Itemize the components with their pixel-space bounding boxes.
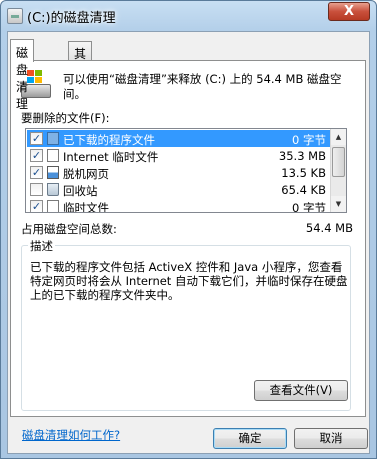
- item-name: 已下载的程序文件: [63, 133, 155, 147]
- item-size: 65.4 KB: [281, 183, 326, 197]
- disk-cleanup-app-icon: [7, 8, 23, 24]
- item-name: Internet 临时文件: [63, 150, 159, 164]
- scroll-down-arrow-icon[interactable]: ▼: [331, 196, 346, 212]
- how-it-works-link[interactable]: 磁盘清理如何工作?: [22, 427, 120, 443]
- page-icon: [47, 149, 59, 162]
- folder-icon: [47, 132, 59, 145]
- recycle-bin-icon: [47, 183, 59, 196]
- total-space-label: 占用磁盘空间总数:: [21, 222, 117, 236]
- checkbox[interactable]: ✓: [30, 132, 43, 145]
- list-item[interactable]: ✓ 已下载的程序文件 0 字节: [27, 130, 330, 147]
- title-bar[interactable]: (C:)的磁盘清理 X: [1, 1, 376, 31]
- checkbox[interactable]: ✓: [30, 149, 43, 162]
- cancel-button[interactable]: 取消: [294, 428, 368, 449]
- offline-page-icon: [47, 166, 59, 179]
- window-title: (C:)的磁盘清理: [27, 11, 116, 26]
- description-legend: 描述: [28, 238, 55, 254]
- disk-cleanup-panel: 可以使用“磁盘清理”来释放 (C:) 上的 54.4 MB 磁盘空间。 要删除的…: [10, 60, 366, 417]
- list-item[interactable]: 回收站 65.4 KB: [27, 181, 330, 198]
- list-item[interactable]: ✓ 脱机网页 13.5 KB: [27, 164, 330, 181]
- description-text: 已下载的程序文件包括 ActiveX 控件和 Java 小程序，您查看特定网页时…: [30, 260, 348, 302]
- view-files-button[interactable]: 查看文件(V): [254, 380, 348, 401]
- scroll-up-arrow-icon[interactable]: ▲: [331, 129, 346, 145]
- disk-cleanup-window: (C:)的磁盘清理 X 磁盘清理 其他选项 可以使用“磁盘清理”来释放 (C:)…: [0, 0, 377, 459]
- checkbox[interactable]: ✓: [30, 200, 43, 212]
- tab-disk-cleanup[interactable]: 磁盘清理: [10, 39, 35, 111]
- dialog-client-area: 磁盘清理 其他选项 可以使用“磁盘清理”来释放 (C:) 上的 54.4 MB …: [7, 31, 370, 454]
- description-groupbox: 描述 已下载的程序文件包括 ActiveX 控件和 Java 小程序，您查看特定…: [21, 238, 351, 411]
- item-name: 回收站: [63, 184, 98, 198]
- close-button[interactable]: X: [328, 2, 370, 21]
- checkbox[interactable]: ✓: [30, 166, 43, 179]
- intro-text: 可以使用“磁盘清理”来释放 (C:) 上的 54.4 MB 磁盘空间。: [63, 72, 342, 101]
- page-icon: [47, 200, 59, 212]
- list-item[interactable]: ✓ Internet 临时文件 35.3 MB: [27, 147, 330, 164]
- item-name: 脱机网页: [63, 167, 109, 181]
- files-to-delete-label: 要删除的文件(F):: [21, 111, 110, 125]
- vertical-scrollbar[interactable]: ▲ ▼: [330, 129, 346, 212]
- item-size: 13.5 KB: [281, 166, 326, 180]
- item-size: 35.3 MB: [278, 149, 326, 163]
- list-item[interactable]: ✓ 临时文件 0 字节: [27, 198, 330, 213]
- total-space-value: 54.4 MB: [305, 221, 353, 235]
- ok-button[interactable]: 确定: [213, 428, 287, 449]
- scroll-thumb[interactable]: [332, 147, 345, 177]
- checkbox[interactable]: [30, 183, 43, 196]
- tab-more-options[interactable]: 其他选项: [68, 41, 93, 112]
- item-size: 0 字节: [292, 201, 326, 213]
- files-listbox[interactable]: ✓ 已下载的程序文件 0 字节 ✓ Internet 临时文件 35.3 MB …: [25, 128, 347, 213]
- item-name: 临时文件: [63, 201, 109, 213]
- item-size: 0 字节: [292, 133, 326, 147]
